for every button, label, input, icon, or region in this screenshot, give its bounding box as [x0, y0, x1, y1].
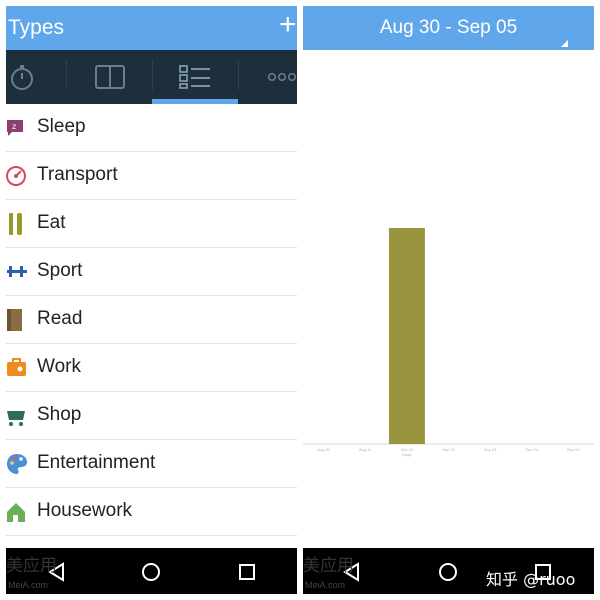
- dumbbell-icon: [7, 266, 27, 277]
- types-screen: Types + z Sleep Transport Eat Sport Read…: [6, 6, 297, 594]
- list-item-label: Sport: [37, 260, 83, 281]
- tab-divider: [152, 60, 153, 90]
- list-item-eat[interactable]: Eat: [6, 200, 297, 248]
- android-nav-bar: 美应用 MeiA.com: [6, 548, 297, 594]
- recent-apps-icon[interactable]: [236, 561, 258, 583]
- sleep-icon: z: [7, 120, 23, 136]
- app-bar: Types +: [6, 6, 297, 50]
- date-range-selector[interactable]: Aug 30 - Sep 05: [303, 17, 594, 39]
- x-tick-label: Sep 02: [442, 447, 455, 452]
- x-tick-label: Sep 03: [484, 447, 497, 452]
- house-icon: [7, 503, 25, 522]
- app-bar: Aug 30 - Sep 05: [303, 6, 594, 50]
- list-icon: [179, 65, 210, 89]
- watermark: 美应用: [6, 556, 57, 576]
- page-title: Types: [8, 16, 65, 39]
- book-icon: [95, 65, 125, 89]
- bar-chart: Aug 30 Aug 31 Sep 01 Sep 02 Sep 03 Sep 04 Sep …: [303, 228, 594, 457]
- list-item-label: Eat: [37, 212, 66, 233]
- watermark-sub: MeiA.com: [305, 580, 346, 590]
- bar-sep-01: [388, 228, 425, 444]
- x-axis-label: Days: [402, 452, 411, 457]
- source-credit: 知乎 @ruoo: [486, 570, 576, 589]
- speedometer-icon: [6, 166, 26, 186]
- book-icon: [7, 309, 22, 331]
- list-item-read[interactable]: Read: [6, 296, 297, 344]
- list-item-sleep[interactable]: z Sleep: [6, 104, 297, 152]
- home-icon[interactable]: [140, 561, 162, 583]
- list-item-label: Sleep: [37, 116, 86, 137]
- list-item-label: Transport: [37, 164, 118, 185]
- x-tick-label: Sep 05: [567, 447, 580, 452]
- list-item-work[interactable]: Work: [6, 344, 297, 392]
- list-item-housework[interactable]: Housework: [6, 488, 297, 536]
- list-item-label: Read: [37, 308, 83, 329]
- fork-knife-icon: [9, 213, 22, 235]
- tab-types[interactable]: [159, 50, 231, 104]
- home-icon[interactable]: [437, 561, 459, 583]
- cart-icon: [7, 411, 25, 426]
- tab-bar: [6, 50, 297, 104]
- list-item-label: Work: [37, 356, 81, 377]
- list-item-transport[interactable]: Transport: [6, 152, 297, 200]
- list-item-label: Shop: [37, 404, 82, 425]
- more-icon: [268, 72, 296, 82]
- add-button[interactable]: +: [279, 10, 297, 44]
- tab-timer[interactable]: [6, 50, 58, 104]
- list-item-shop[interactable]: Shop: [6, 392, 297, 440]
- list-item-entertainment[interactable]: Entertainment: [6, 440, 297, 488]
- stats-screen: Aug 30 - Sep 05 Aug 30 Aug 31 Sep 01 Sep 02…: [303, 6, 594, 594]
- x-tick-label: Aug 31: [359, 447, 372, 452]
- tab-more[interactable]: [246, 50, 297, 104]
- x-tick-label: Sep 04: [525, 447, 538, 452]
- watermark: 美应用: [303, 556, 354, 576]
- list-item-label: Entertainment: [37, 452, 156, 473]
- svg-text:z: z: [12, 122, 16, 131]
- list-item-label: Housework: [37, 500, 133, 521]
- x-tick-label: Aug 30: [317, 447, 330, 452]
- watermark-sub: MeiA.com: [8, 580, 49, 590]
- stopwatch-icon: [11, 65, 33, 90]
- briefcase-icon: [7, 358, 26, 376]
- palette-icon: [7, 454, 27, 474]
- tab-divider: [66, 60, 67, 90]
- tab-divider: [238, 60, 239, 90]
- dropdown-corner-icon: [561, 40, 568, 47]
- tab-journal[interactable]: [74, 50, 146, 104]
- type-list: z Sleep Transport Eat Sport Read Work Sh…: [6, 104, 297, 536]
- list-item-sport[interactable]: Sport: [6, 248, 297, 296]
